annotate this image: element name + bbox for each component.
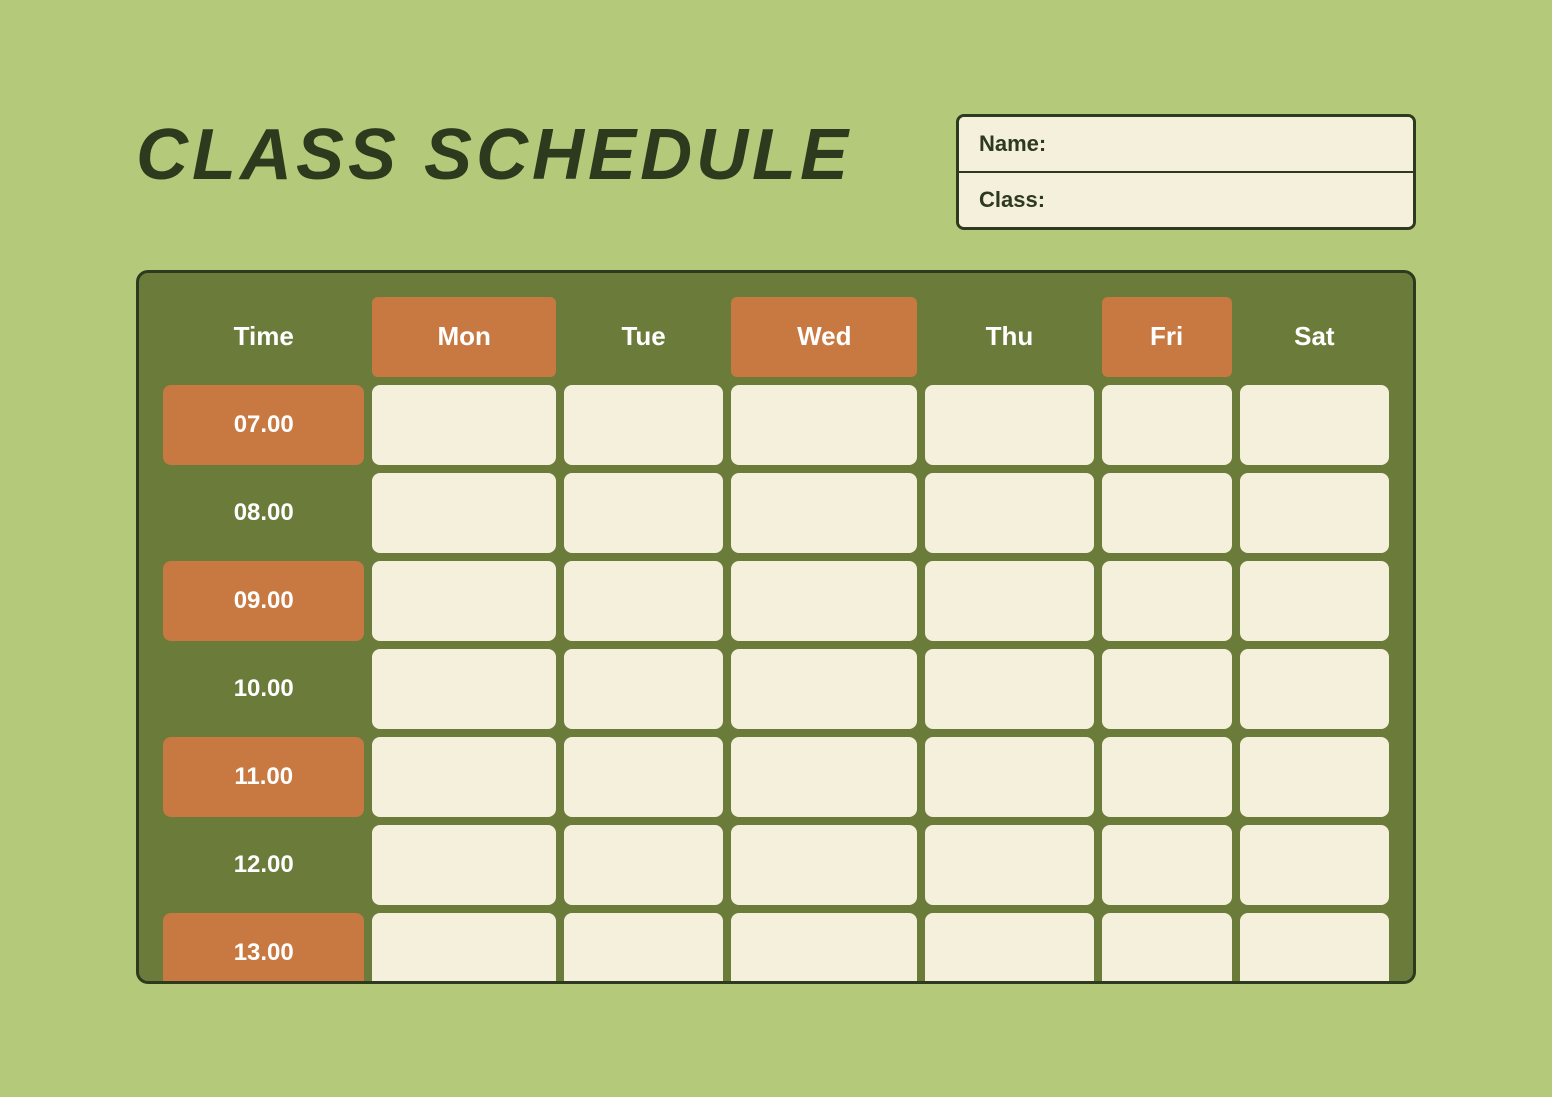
table-row: 09.00 <box>163 561 1389 641</box>
cell-thu-0700[interactable] <box>925 385 1093 465</box>
cell-wed-1200[interactable] <box>731 825 917 905</box>
time-0700: 07.00 <box>163 385 364 465</box>
header-sat: Sat <box>1240 297 1389 377</box>
time-1000: 10.00 <box>163 649 364 729</box>
header-thu: Thu <box>925 297 1093 377</box>
cell-mon-0900[interactable] <box>372 561 555 641</box>
cell-mon-1100[interactable] <box>372 737 555 817</box>
table-row: 11.00 <box>163 737 1389 817</box>
cell-tue-0800[interactable] <box>564 473 723 553</box>
name-row: Name: <box>959 117 1413 173</box>
table-row: 10.00 <box>163 649 1389 729</box>
header-wed: Wed <box>731 297 917 377</box>
cell-tue-1300[interactable] <box>564 913 723 984</box>
page: CLASS SCHEDULE Name: Class: Time Mon Tue… <box>76 74 1476 1024</box>
name-label: Name: <box>979 131 1046 156</box>
cell-mon-1300[interactable] <box>372 913 555 984</box>
cell-fri-1000[interactable] <box>1102 649 1232 729</box>
cell-thu-1100[interactable] <box>925 737 1093 817</box>
cell-sat-1000[interactable] <box>1240 649 1389 729</box>
schedule-container: Time Mon Tue Wed Thu Fri Sat 07.00 <box>136 270 1416 984</box>
cell-thu-0800[interactable] <box>925 473 1093 553</box>
cell-thu-1200[interactable] <box>925 825 1093 905</box>
table-row: 13.00 <box>163 913 1389 984</box>
table-row: 12.00 <box>163 825 1389 905</box>
cell-mon-1000[interactable] <box>372 649 555 729</box>
time-1100: 11.00 <box>163 737 364 817</box>
cell-tue-1200[interactable] <box>564 825 723 905</box>
header-row: Time Mon Tue Wed Thu Fri Sat <box>163 297 1389 377</box>
info-box: Name: Class: <box>956 114 1416 230</box>
cell-wed-1300[interactable] <box>731 913 917 984</box>
cell-sat-0700[interactable] <box>1240 385 1389 465</box>
cell-sat-0800[interactable] <box>1240 473 1389 553</box>
cell-wed-1100[interactable] <box>731 737 917 817</box>
cell-mon-1200[interactable] <box>372 825 555 905</box>
header-time: Time <box>163 297 364 377</box>
header: CLASS SCHEDULE Name: Class: <box>136 114 1416 230</box>
header-tue: Tue <box>564 297 723 377</box>
cell-mon-0700[interactable] <box>372 385 555 465</box>
schedule-table: Time Mon Tue Wed Thu Fri Sat 07.00 <box>155 289 1397 984</box>
cell-fri-0700[interactable] <box>1102 385 1232 465</box>
cell-wed-1000[interactable] <box>731 649 917 729</box>
cell-sat-1200[interactable] <box>1240 825 1389 905</box>
cell-mon-0800[interactable] <box>372 473 555 553</box>
cell-thu-1000[interactable] <box>925 649 1093 729</box>
cell-tue-1100[interactable] <box>564 737 723 817</box>
header-fri: Fri <box>1102 297 1232 377</box>
class-row: Class: <box>959 173 1413 227</box>
cell-wed-0800[interactable] <box>731 473 917 553</box>
cell-sat-1100[interactable] <box>1240 737 1389 817</box>
time-1200: 12.00 <box>163 825 364 905</box>
cell-tue-0900[interactable] <box>564 561 723 641</box>
cell-wed-0700[interactable] <box>731 385 917 465</box>
cell-fri-0900[interactable] <box>1102 561 1232 641</box>
time-0900: 09.00 <box>163 561 364 641</box>
class-label: Class: <box>979 187 1045 212</box>
header-mon: Mon <box>372 297 555 377</box>
cell-thu-1300[interactable] <box>925 913 1093 984</box>
table-row: 08.00 <box>163 473 1389 553</box>
cell-tue-1000[interactable] <box>564 649 723 729</box>
cell-thu-0900[interactable] <box>925 561 1093 641</box>
cell-fri-1200[interactable] <box>1102 825 1232 905</box>
cell-fri-1300[interactable] <box>1102 913 1232 984</box>
cell-sat-0900[interactable] <box>1240 561 1389 641</box>
time-0800: 08.00 <box>163 473 364 553</box>
table-row: 07.00 <box>163 385 1389 465</box>
cell-fri-1100[interactable] <box>1102 737 1232 817</box>
cell-sat-1300[interactable] <box>1240 913 1389 984</box>
cell-wed-0900[interactable] <box>731 561 917 641</box>
time-1300: 13.00 <box>163 913 364 984</box>
cell-fri-0800[interactable] <box>1102 473 1232 553</box>
page-title: CLASS SCHEDULE <box>136 114 852 196</box>
cell-tue-0700[interactable] <box>564 385 723 465</box>
